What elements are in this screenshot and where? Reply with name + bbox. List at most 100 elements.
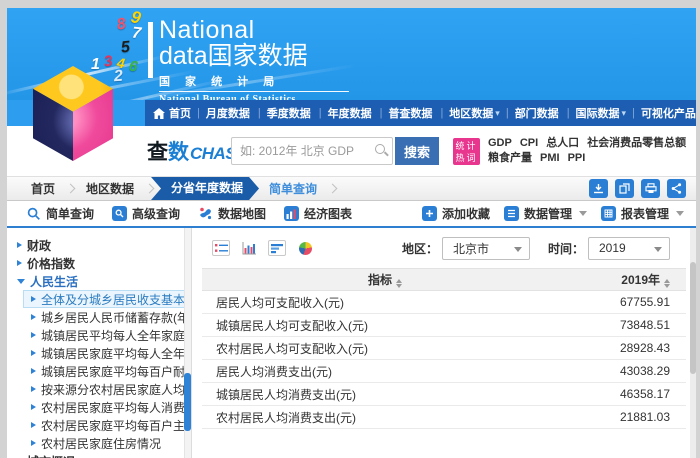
region-filter-label: 地区： bbox=[402, 240, 438, 257]
sidebar-item[interactable]: 农村居民家庭住房情况 bbox=[23, 434, 191, 452]
advanced-query-button[interactable]: 高级查询 bbox=[112, 205, 180, 222]
hot-word-link[interactable]: 总人口 bbox=[546, 136, 579, 151]
sidebar-item[interactable]: 农村居民家庭平均每人消费支出 bbox=[23, 398, 191, 416]
tool-label: 简单查询 bbox=[46, 205, 94, 222]
nav-item-label: 季度数据 bbox=[267, 105, 311, 121]
sidebar-item[interactable]: 城市概况 bbox=[7, 452, 191, 458]
nav-item-label: 年度数据 bbox=[328, 105, 372, 121]
indicator-cell: 农村居民人均可支配收入(元) bbox=[202, 337, 568, 360]
chevron-right-icon bbox=[66, 184, 76, 194]
tool-label: 数据地图 bbox=[218, 205, 266, 222]
copy-icon bbox=[619, 183, 630, 194]
nav-item[interactable]: 国际数据 ▾ bbox=[561, 105, 626, 121]
sidebar-scrollbar-thumb[interactable] bbox=[184, 373, 191, 431]
main-scrollbar-thumb[interactable] bbox=[690, 262, 696, 374]
nav-item[interactable]: 地区数据 ▾ bbox=[434, 105, 499, 121]
nav-item[interactable]: 部门数据 bbox=[500, 105, 561, 121]
hot-word-link[interactable]: PPI bbox=[568, 151, 586, 166]
nav-item[interactable]: 月度数据 bbox=[191, 105, 252, 121]
sidebar-item[interactable]: 农村居民家庭平均每百户主要耐用消费品 bbox=[23, 416, 191, 434]
simple-query-button[interactable]: 简单查询 bbox=[27, 205, 94, 222]
share-button[interactable] bbox=[667, 179, 686, 198]
tree-arrow-icon bbox=[31, 314, 36, 320]
tool-label: 数据管理 bbox=[524, 205, 572, 222]
sidebar-item[interactable]: 按来源分农村居民家庭人均纯收入 bbox=[23, 380, 191, 398]
sidebar-item[interactable]: 价格指数 bbox=[7, 254, 191, 272]
region-select-value: 北京市 bbox=[453, 240, 489, 257]
plus-icon bbox=[422, 206, 437, 221]
nav-item-home[interactable]: 首页 bbox=[153, 105, 191, 121]
search-input[interactable] bbox=[231, 137, 393, 165]
sidebar-item[interactable]: 财政 bbox=[7, 236, 191, 254]
hot-words: GDP CPI 总人口社会消费品零售总额 粮食产量 PMI PPI bbox=[488, 136, 688, 166]
sidebar-item-label: 农村居民家庭平均每百户主要耐用消费品 bbox=[41, 417, 191, 434]
tree-arrow-icon bbox=[31, 440, 36, 446]
report-manage-button[interactable]: 报表管理 bbox=[601, 205, 684, 222]
hot-word-link[interactable]: CPI bbox=[520, 136, 538, 151]
tab-annual-by-province[interactable]: 分省年度数据 bbox=[151, 177, 259, 200]
tree-arrow-icon bbox=[31, 422, 36, 428]
pie-view-button[interactable] bbox=[296, 240, 314, 256]
sidebar-item[interactable]: 城镇居民家庭平均每人全年消费性支出 bbox=[23, 344, 191, 362]
hot-word-link[interactable]: 粮食产量 bbox=[488, 151, 532, 166]
hot-word-link[interactable]: PMI bbox=[540, 151, 560, 166]
hot-word-link[interactable]: 社会消费品零售总额 bbox=[587, 136, 686, 151]
econ-charts-button[interactable]: 经济图表 bbox=[284, 205, 352, 222]
print-icon bbox=[645, 183, 657, 194]
hbar-view-button[interactable] bbox=[268, 240, 286, 256]
share-icon bbox=[671, 183, 682, 194]
value-cell: 43038.29 bbox=[568, 360, 686, 383]
nav-item-label: 可视化产品 bbox=[641, 105, 696, 121]
tab-home[interactable]: 首页 bbox=[31, 180, 55, 197]
logo-digit: 7 bbox=[131, 25, 142, 44]
column-header-indicator[interactable]: 指标 bbox=[202, 269, 568, 291]
sidebar-item[interactable]: 城镇居民平均每人全年家庭收入来源 bbox=[23, 326, 191, 344]
logo-digit: 2 bbox=[113, 68, 123, 87]
nav-item[interactable]: 季度数据 bbox=[252, 105, 313, 121]
sidebar-item[interactable]: 城镇居民家庭平均每百户耐用消费品拥有 bbox=[23, 362, 191, 380]
nav-item[interactable]: 可视化产品 bbox=[626, 105, 696, 121]
content-area: 财政 价格指数 人民生活 全体及分城乡居民收支基本情况(新口径) 城乡居民人民币… bbox=[7, 228, 696, 458]
table-icon bbox=[601, 206, 616, 221]
download-icon bbox=[593, 183, 604, 194]
download-button[interactable] bbox=[589, 179, 608, 198]
bar-chart-view-button[interactable] bbox=[240, 240, 258, 256]
tree-arrow-icon bbox=[17, 260, 22, 266]
nav-item[interactable]: 普查数据 bbox=[374, 105, 435, 121]
data-manage-button[interactable]: 数据管理 bbox=[504, 205, 587, 222]
indicator-table: 指标 2019年 居民人均可支配收入(元) 67755.91 城镇居民人 bbox=[202, 268, 686, 429]
value-cell: 67755.91 bbox=[568, 291, 686, 314]
nav-item[interactable]: 年度数据 bbox=[313, 105, 374, 121]
sidebar-item[interactable]: 全体及分城乡居民收支基本情况(新口径) bbox=[23, 290, 191, 308]
site-logo: National data国家数据 国 家 统 计 局 National Bur… bbox=[159, 18, 349, 100]
copy-button[interactable] bbox=[615, 179, 634, 198]
indicator-cell: 农村居民人均消费支出(元) bbox=[202, 406, 568, 429]
logo-digit: 6 bbox=[128, 57, 139, 75]
org-name-cn: 国 家 统 计 局 bbox=[159, 73, 349, 92]
sidebar-item[interactable]: 人民生活 bbox=[7, 272, 191, 290]
query-toolbar: 简单查询 高级查询 数据地图 经济图表 添加收藏 bbox=[7, 201, 696, 228]
hot-word-link[interactable]: GDP bbox=[488, 136, 512, 151]
chart-icon bbox=[284, 206, 299, 221]
sidebar-item[interactable]: 城乡居民人民币储蓄存款(年底余额) bbox=[23, 308, 191, 326]
tab-regional-data[interactable]: 地区数据 bbox=[86, 180, 134, 197]
print-button[interactable] bbox=[641, 179, 660, 198]
table-row: 农村居民人均消费支出(元) 21881.03 bbox=[202, 406, 686, 429]
list-view-button[interactable] bbox=[212, 240, 230, 256]
add-favorite-button[interactable]: 添加收藏 bbox=[422, 205, 490, 222]
time-select[interactable]: 2019 bbox=[588, 237, 670, 260]
list-icon bbox=[504, 206, 519, 221]
main-scrollbar[interactable] bbox=[690, 228, 696, 458]
logo-text-en: National bbox=[159, 18, 349, 43]
table-row: 居民人均消费支出(元) 43038.29 bbox=[202, 360, 686, 383]
hbar-view-icon bbox=[271, 243, 284, 254]
logo-digit: 8 bbox=[116, 15, 128, 34]
region-select[interactable]: 北京市 bbox=[442, 237, 530, 260]
tree-arrow-icon bbox=[31, 332, 36, 338]
sidebar-scrollbar[interactable] bbox=[184, 228, 191, 458]
tab-simple-query[interactable]: 简单查询 bbox=[269, 180, 317, 197]
data-map-button[interactable]: 数据地图 bbox=[198, 205, 266, 222]
indicator-cell: 居民人均消费支出(元) bbox=[202, 360, 568, 383]
column-header-year[interactable]: 2019年 bbox=[568, 269, 686, 291]
search-button[interactable]: 搜索 bbox=[395, 137, 439, 165]
